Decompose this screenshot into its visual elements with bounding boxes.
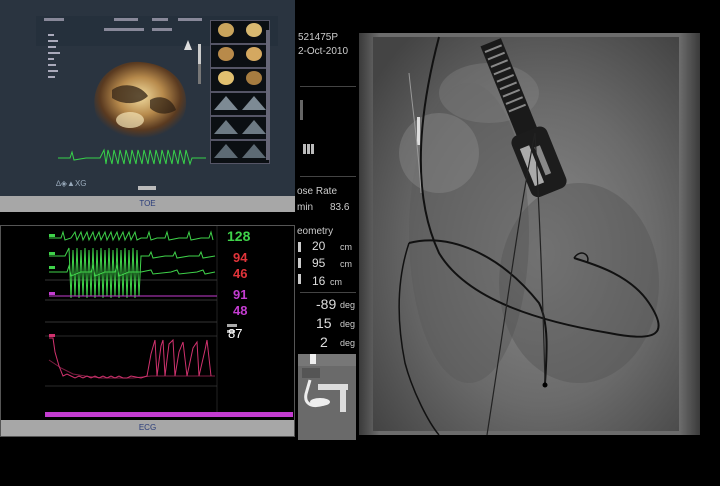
exam-date: 2-Oct-2010: [298, 46, 349, 57]
geometry-value-1: 20: [312, 239, 326, 253]
geometry-unit-1: cm: [340, 242, 352, 252]
heart-rate-value: 128: [227, 228, 251, 244]
angle-unit-1: deg: [340, 300, 356, 310]
c-arm-icon: [298, 354, 356, 440]
separator: [300, 176, 356, 177]
patient-id: 521475P: [298, 32, 339, 43]
geometry-label: eometry: [297, 226, 334, 237]
separator: [300, 292, 356, 293]
pressure-systolic-value: 94: [233, 250, 248, 265]
angle-unit-2: deg: [340, 319, 356, 329]
thumbnail-scrollbar[interactable]: [266, 30, 270, 160]
pressure-secondary-systolic-value: 91: [233, 287, 248, 302]
ecg-label: ECG: [1, 420, 294, 436]
thumbnail-images: [214, 23, 266, 158]
toe-label: TOE: [0, 196, 295, 212]
svg-text:∆◈▲XG: ∆◈▲XG: [56, 179, 87, 188]
dose-rate-label: ose Rate: [297, 186, 338, 197]
pressure-diastolic-value: 46: [233, 266, 248, 281]
geometry-value-3: 16: [312, 274, 326, 288]
geometry-value-2: 95: [312, 256, 326, 270]
angle-value-2: 15: [316, 315, 332, 331]
geometry-unit-3: cm: [330, 277, 342, 287]
spo2-value: 87: [228, 326, 243, 341]
ecg-panel: 128 94 46 91 48 87 ECG: [0, 225, 295, 437]
angle-unit-3: deg: [340, 338, 356, 348]
angle-value-3: 2: [320, 334, 328, 350]
detector-icon: [303, 144, 314, 154]
geometry-unit-2: cm: [340, 259, 352, 269]
indicator-mark: [300, 100, 303, 120]
toe-panel: ∆◈▲XG TOE: [0, 0, 295, 212]
toe-ultrasound-screen: ∆◈▲XG: [0, 0, 295, 196]
fluoroscopy-image: [359, 33, 700, 435]
probe-orientation-icon: [184, 40, 192, 50]
dose-unit: min: [297, 202, 314, 213]
ecg-waveforms: [45, 226, 293, 417]
separator: [300, 86, 356, 87]
pressure-secondary-diastolic-value: 48: [233, 303, 248, 318]
angle-value-1: -89: [316, 296, 337, 312]
geometry-icons: [298, 242, 301, 284]
dose-rate-value: 83.6: [330, 202, 350, 213]
